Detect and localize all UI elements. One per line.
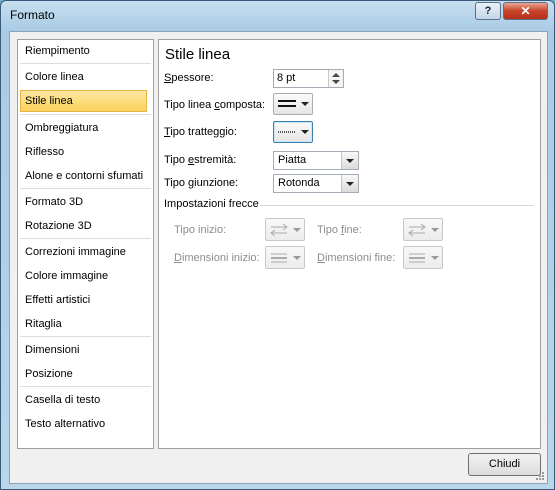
dash-line-icon	[278, 131, 296, 133]
arrow-type-icon	[408, 223, 426, 237]
chevron-down-icon	[293, 228, 301, 232]
nav-item-casella-di-testo[interactable]: Casella di testo	[20, 389, 152, 411]
label-text: stremità:	[194, 154, 237, 166]
nav-item-formato-3d[interactable]: Formato 3D	[20, 191, 152, 213]
chevron-down-icon	[301, 130, 309, 134]
nav-item-testo-alternativo[interactable]: Testo alternativo	[20, 413, 152, 435]
arrow-type-icon	[270, 223, 288, 237]
nav-item-riflesso[interactable]: Riflesso	[20, 141, 152, 163]
nav-item-posizione[interactable]: Posizione	[20, 363, 152, 385]
divider	[20, 188, 151, 189]
spin-buttons[interactable]	[328, 70, 343, 87]
begin-arrow-size-dropdown[interactable]	[265, 246, 305, 269]
arrow-size-icon	[271, 253, 287, 263]
nav-item-colore-linea[interactable]: Colore linea	[20, 66, 152, 88]
nav-item-rotazione-3d[interactable]: Rotazione 3D	[20, 215, 152, 237]
join-type-select[interactable]: Rotonda	[273, 174, 359, 193]
nav-item-riempimento[interactable]: Riempimento	[20, 40, 152, 62]
chevron-down-icon	[431, 228, 439, 232]
nav-item-stile-linea[interactable]: Stile linea	[20, 90, 147, 112]
label-text: omposta:	[219, 99, 266, 111]
label-text: ine:	[344, 224, 362, 236]
tipo-linea-composta-label: Tipo linea composta:	[164, 99, 265, 111]
divider	[20, 336, 151, 337]
settings-panel: Stile linea Spessore: 8 pt Tipo linea co…	[158, 39, 541, 449]
nav-item-ritaglia[interactable]: Ritaglia	[20, 313, 152, 335]
label-text: Tipo	[317, 224, 342, 236]
nav-item-dimensioni[interactable]: Dimensioni	[20, 339, 152, 361]
nav-item-colore-immagine[interactable]: Colore immagine	[20, 265, 152, 287]
tipo-giunzione-label: Tipo giunzione:	[164, 177, 238, 189]
chevron-down-icon	[301, 102, 309, 106]
spin-up-icon[interactable]	[332, 73, 340, 77]
divider	[20, 114, 151, 115]
close-icon: ✕	[520, 4, 531, 18]
select-arrow[interactable]	[341, 175, 358, 192]
help-button[interactable]: ?	[475, 2, 501, 20]
select-arrow[interactable]	[341, 152, 358, 169]
spin-down-icon[interactable]	[332, 80, 340, 84]
label-text: ipo tratteggio:	[170, 126, 237, 138]
cap-type-value: Piatta	[278, 154, 307, 166]
label-text: iunzione:	[194, 177, 239, 189]
arrow-settings-heading: Impostazioni frecce	[164, 198, 259, 210]
spessore-label: Spessore:	[164, 72, 214, 84]
chevron-down-icon	[293, 256, 301, 260]
end-arrow-type-dropdown[interactable]	[403, 218, 443, 241]
arrow-size-icon	[409, 253, 425, 263]
title-bar: Formato ? ✕	[1, 1, 554, 29]
begin-arrow-type-dropdown[interactable]	[265, 218, 305, 241]
chevron-down-icon	[346, 182, 354, 186]
dimensioni-fine-label: Dimensioni fine:	[317, 252, 395, 264]
cap-type-select[interactable]: Piatta	[273, 151, 359, 170]
label-text: pessore:	[171, 72, 214, 84]
tipo-estremita-label: Tipo estremità:	[164, 154, 236, 166]
label-text: imensioni inizio:	[181, 252, 260, 264]
panel-title: Stile linea	[165, 46, 231, 63]
category-list: Riempimento Colore linea Stile linea Omb…	[17, 39, 154, 449]
label-text: imensioni fine:	[324, 252, 396, 264]
join-type-value: Rotonda	[278, 177, 320, 189]
compound-line-icon	[278, 100, 296, 107]
spessore-spinner[interactable]: 8 pt	[273, 69, 344, 88]
nav-item-ombreggiatura[interactable]: Ombreggiatura	[20, 117, 152, 139]
chevron-down-icon	[346, 159, 354, 163]
label-text: Tipo	[164, 154, 189, 166]
access-key: D	[174, 252, 182, 264]
help-icon: ?	[484, 5, 492, 17]
group-separator	[260, 205, 534, 206]
dimensioni-inizio-label: Dimensioni inizio:	[174, 252, 260, 264]
compound-type-dropdown[interactable]	[273, 93, 313, 115]
close-button[interactable]: Chiudi	[468, 453, 541, 476]
chevron-down-icon	[431, 256, 439, 260]
resize-grip-icon[interactable]	[535, 471, 545, 481]
label-text: Tipo linea	[164, 99, 215, 111]
end-arrow-size-dropdown[interactable]	[403, 246, 443, 269]
divider	[20, 238, 151, 239]
divider	[20, 63, 151, 64]
format-dialog: Formato ? ✕ Riempimento Colore linea Sti…	[0, 0, 555, 490]
tipo-inizio-label: Tipo inizio:	[174, 224, 227, 236]
divider	[20, 386, 151, 387]
nav-item-effetti-artistici[interactable]: Effetti artistici	[20, 289, 152, 311]
dialog-title: Formato	[10, 8, 55, 22]
access-key: D	[317, 252, 325, 264]
label-text: Tipo	[164, 177, 189, 189]
nav-item-correzioni-immagine[interactable]: Correzioni immagine	[20, 241, 152, 263]
close-window-button[interactable]: ✕	[503, 2, 548, 20]
spessore-value[interactable]: 8 pt	[277, 72, 295, 84]
dash-type-dropdown[interactable]	[273, 121, 313, 143]
tipo-fine-label: Tipo fine:	[317, 224, 362, 236]
nav-item-alone[interactable]: Alone e contorni sfumati	[20, 165, 152, 187]
tipo-tratteggio-label: Tipo tratteggio:	[164, 126, 237, 138]
dialog-body: Riempimento Colore linea Stile linea Omb…	[9, 31, 548, 484]
